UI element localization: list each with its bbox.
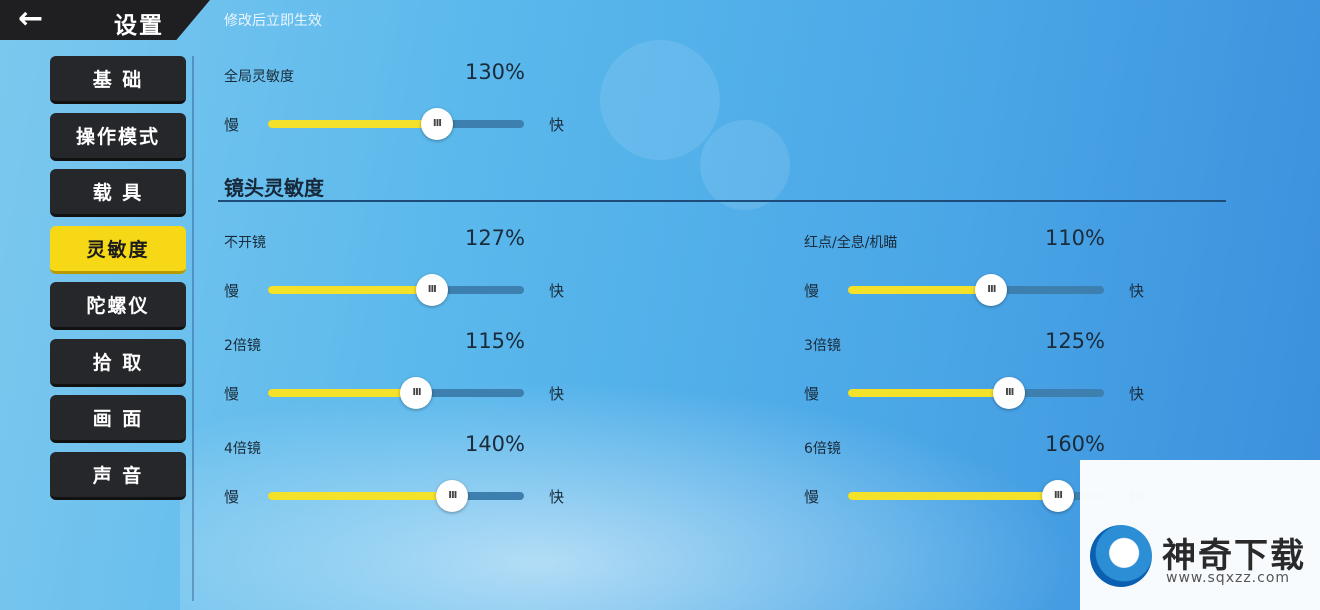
watermark-logo-icon xyxy=(1090,525,1152,587)
slow-label: 慢 xyxy=(804,282,820,300)
section-title: 镜头灵敏度 xyxy=(224,176,324,200)
slider-thumb[interactable]: III xyxy=(415,274,448,306)
watermark-url: www.sqxzz.com xyxy=(1166,570,1291,586)
slider-fill xyxy=(268,120,437,128)
slider-value: 115% xyxy=(464,329,525,353)
fast-label: 快 xyxy=(549,385,565,403)
slow-label: 慢 xyxy=(224,385,240,403)
slider-value: 127% xyxy=(464,226,525,250)
sidebar: 基 础 操作模式 载 具 灵敏度 陀螺仪 拾 取 画 面 声 音 xyxy=(50,56,188,508)
global-sensitivity-slider: 全局灵敏度 130% 慢 III 快 xyxy=(224,60,569,146)
slider-track[interactable]: III xyxy=(268,480,524,512)
slow-label: 慢 xyxy=(224,488,240,506)
slider-thumb[interactable]: III xyxy=(400,377,433,409)
sidebar-item-gyroscope[interactable]: 陀螺仪 xyxy=(50,282,186,330)
slider-label: 红点/全息/机瞄 xyxy=(804,235,898,251)
background-decoration xyxy=(600,40,720,160)
slow-label: 慢 xyxy=(224,116,240,134)
slider-fill xyxy=(268,389,417,397)
slider-thumb[interactable]: III xyxy=(1041,480,1074,512)
slider-label: 6倍镜 xyxy=(804,441,841,457)
slider-fill xyxy=(268,286,432,294)
slider-track[interactable]: III xyxy=(268,274,524,306)
fast-label: 快 xyxy=(549,116,565,134)
slider-label: 4倍镜 xyxy=(224,441,261,457)
sidebar-divider xyxy=(192,56,194,601)
sidebar-item-vehicle[interactable]: 载 具 xyxy=(50,169,186,217)
fast-label: 快 xyxy=(549,488,565,506)
slider-label: 2倍镜 xyxy=(224,338,261,354)
slider-value: 160% xyxy=(1044,432,1105,456)
apply-hint: 修改后立即生效 xyxy=(224,13,322,29)
slider-track[interactable]: III xyxy=(268,377,524,409)
slider-value: 140% xyxy=(464,432,525,456)
slider-label: 3倍镜 xyxy=(804,338,841,354)
3x-scope-slider: 3倍镜 125% 慢 III 快 xyxy=(804,329,1149,415)
fast-label: 快 xyxy=(549,282,565,300)
sidebar-item-sensitivity[interactable]: 灵敏度 xyxy=(50,225,186,274)
back-arrow-icon[interactable]: ← xyxy=(18,4,58,36)
slider-fill xyxy=(268,492,453,500)
slider-thumb[interactable]: III xyxy=(436,480,469,512)
slider-thumb[interactable]: III xyxy=(993,377,1026,409)
slow-label: 慢 xyxy=(224,282,240,300)
slider-value: 125% xyxy=(1044,329,1105,353)
slider-track[interactable]: III xyxy=(848,377,1104,409)
4x-scope-slider: 4倍镜 140% 慢 III 快 xyxy=(224,432,569,518)
red-dot-slider: 红点/全息/机瞄 110% 慢 III 快 xyxy=(804,226,1149,312)
slider-fill xyxy=(848,492,1058,500)
sidebar-item-pickup[interactable]: 拾 取 xyxy=(50,338,186,387)
slider-track[interactable]: III xyxy=(268,108,524,140)
sidebar-item-sound[interactable]: 声 音 xyxy=(50,451,186,500)
sidebar-item-basic[interactable]: 基 础 xyxy=(50,56,186,104)
slow-label: 慢 xyxy=(804,385,820,403)
sidebar-item-control-mode[interactable]: 操作模式 xyxy=(50,112,186,161)
background-decoration xyxy=(700,120,790,210)
section-divider xyxy=(218,200,1226,202)
slider-track[interactable]: III xyxy=(848,274,1104,306)
slider-value: 130% xyxy=(464,60,525,84)
slider-fill xyxy=(848,286,992,294)
no-scope-slider: 不开镜 127% 慢 III 快 xyxy=(224,226,569,312)
slider-value: 110% xyxy=(1044,226,1105,250)
slider-thumb[interactable]: III xyxy=(975,274,1008,306)
fast-label: 快 xyxy=(1129,282,1145,300)
slider-label: 全局灵敏度 xyxy=(224,69,294,85)
slider-track[interactable]: III xyxy=(848,480,1104,512)
slider-label: 不开镜 xyxy=(224,235,266,251)
sidebar-item-graphics[interactable]: 画 面 xyxy=(50,395,186,443)
slider-thumb[interactable]: III xyxy=(420,108,453,140)
2x-scope-slider: 2倍镜 115% 慢 III 快 xyxy=(224,329,569,415)
slider-fill xyxy=(848,389,1010,397)
slow-label: 慢 xyxy=(804,488,820,506)
fast-label: 快 xyxy=(1129,385,1145,403)
page-title: 设置 xyxy=(114,13,164,39)
